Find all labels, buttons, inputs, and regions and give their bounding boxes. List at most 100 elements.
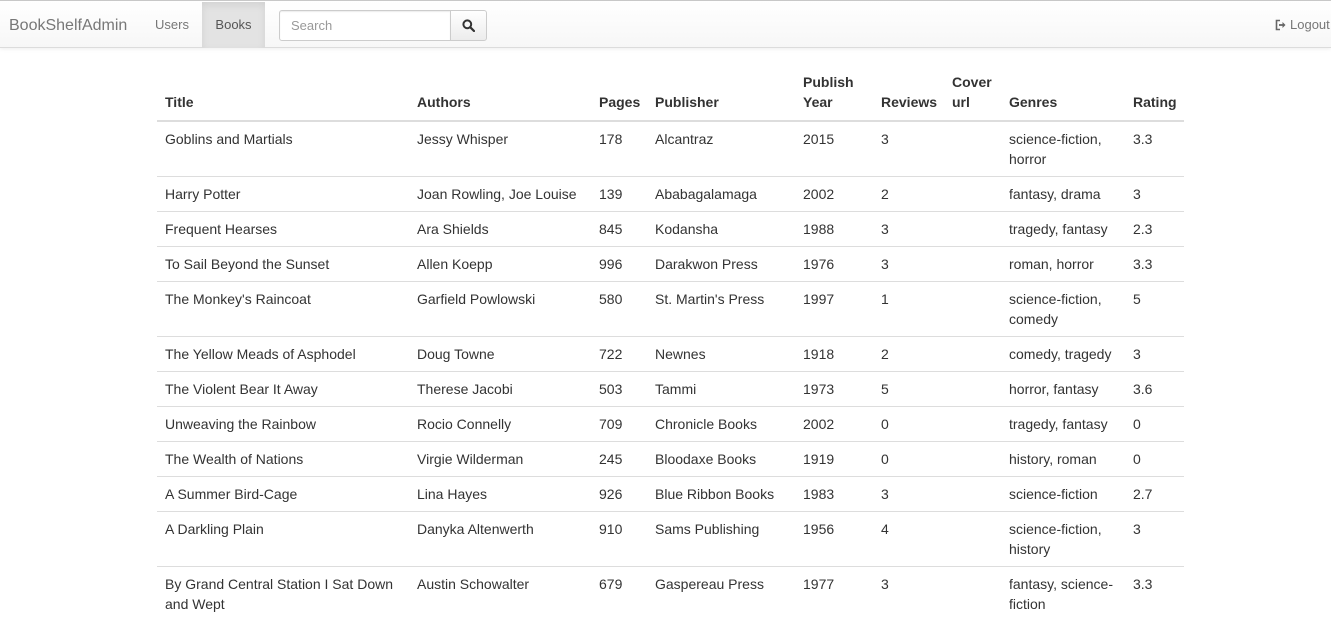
rating-cell: 3 bbox=[1125, 176, 1184, 212]
pages-cell: 679 bbox=[591, 566, 647, 621]
publish-year-cell: 1918 bbox=[795, 336, 873, 372]
pages-cell: 245 bbox=[591, 441, 647, 477]
authors-cell: Danyka Altenwerth bbox=[409, 511, 591, 567]
rating-cell: 3 bbox=[1125, 336, 1184, 372]
col-rating-header[interactable]: Rating bbox=[1125, 64, 1184, 122]
genres-cell: fantasy, drama bbox=[1001, 176, 1125, 212]
pages-cell: 845 bbox=[591, 211, 647, 247]
search-button[interactable] bbox=[450, 10, 487, 41]
books-table: Title Authors Pages Publisher Publish Ye… bbox=[157, 64, 1184, 621]
reviews-cell: 3 bbox=[873, 211, 944, 247]
table-body: Goblins and Martials Jessy Whisper 178 Alca… bbox=[157, 121, 1184, 621]
cover-url-cell bbox=[944, 281, 1001, 337]
col-pages-header[interactable]: Pages bbox=[591, 64, 647, 122]
authors-cell: Rocio Connelly bbox=[409, 406, 591, 442]
title-cell: Harry Potter bbox=[157, 176, 409, 212]
table-row[interactable]: A Darkling Plain Danyka Altenwerth 910 Sams… bbox=[157, 511, 1184, 567]
rating-cell: 2.7 bbox=[1125, 476, 1184, 512]
publish-year-cell: 1997 bbox=[795, 281, 873, 337]
reviews-cell: 3 bbox=[873, 476, 944, 512]
genres-cell: science-fiction, history bbox=[1001, 511, 1125, 567]
authors-cell: Lina Hayes bbox=[409, 476, 591, 512]
publish-year-cell: 1956 bbox=[795, 511, 873, 567]
title-cell: The Yellow Meads of Asphodel bbox=[157, 336, 409, 372]
pages-cell: 910 bbox=[591, 511, 647, 567]
reviews-cell: 3 bbox=[881, 131, 889, 147]
authors-cell: Therese Jacobi bbox=[409, 371, 591, 407]
title-cell: By Grand Central Station I Sat Down and … bbox=[157, 566, 409, 621]
publish-year-cell: 1988 bbox=[795, 211, 873, 247]
pages-cell: 926 bbox=[591, 476, 647, 512]
cover-url-cell bbox=[944, 336, 1001, 372]
table-row[interactable]: Goblins and Martials Jessy Whisper 178 Alca… bbox=[157, 121, 1184, 177]
authors-cell: Joan Rowling, Joe Louise bbox=[409, 176, 591, 212]
table-row[interactable]: Unweaving the Rainbow Rocio Connelly 709 Ch… bbox=[157, 406, 1184, 442]
table-row[interactable]: The Yellow Meads of Asphodel Doug Towne 72… bbox=[157, 336, 1184, 372]
table-row[interactable]: By Grand Central Station I Sat Down and … bbox=[157, 566, 1184, 621]
col-publisher-header[interactable]: Publisher bbox=[647, 64, 795, 122]
publish-year-cell: 1983 bbox=[795, 476, 873, 512]
rating-cell: 2.3 bbox=[1125, 211, 1184, 247]
col-reviews-header[interactable]: Reviews bbox=[873, 64, 944, 122]
rating-cell: 3.3 bbox=[1125, 246, 1184, 282]
genres-cell: history, roman bbox=[1001, 441, 1125, 477]
pages-cell: 722 bbox=[591, 336, 647, 372]
reviews-cell: 1 bbox=[873, 281, 944, 337]
table-row[interactable]: The Wealth of Nations Virgie Wilderman 245… bbox=[157, 441, 1184, 477]
publisher-cell: Kodansha bbox=[647, 211, 795, 247]
brand-logo[interactable]: BookShelfAdmin bbox=[9, 17, 127, 35]
table-header-row: Title Authors Pages Publisher Publish Ye… bbox=[157, 64, 1184, 122]
publish-year-cell: 2002 bbox=[795, 406, 873, 442]
title-cell: The Violent Bear It Away bbox=[157, 371, 409, 407]
publisher-cell: St. Martin's Press bbox=[647, 281, 795, 337]
genres-cell: horror, fantasy bbox=[1001, 371, 1125, 407]
reviews-cell: 5 bbox=[873, 371, 944, 407]
table-row[interactable]: The Violent Bear It Away Therese Jacobi 50… bbox=[157, 371, 1184, 407]
cover-url-cell bbox=[944, 246, 1001, 282]
cover-url-cell bbox=[944, 441, 1001, 477]
genres-cell: science-fiction bbox=[1001, 476, 1125, 512]
publisher-cell: Ababagalamaga bbox=[647, 176, 795, 212]
publisher-cell: Tammi bbox=[647, 371, 795, 407]
logout-link[interactable]: Logout bbox=[1275, 17, 1330, 32]
reviews-cell: 2 bbox=[873, 336, 944, 372]
genres-cell: science-fiction, horror bbox=[1009, 131, 1102, 167]
rating-cell: 0 bbox=[1125, 406, 1184, 442]
genres-cell: fantasy, science-fiction bbox=[1001, 566, 1125, 621]
publish-year-cell: 1919 bbox=[795, 441, 873, 477]
nav-books-link[interactable]: Books bbox=[202, 2, 265, 48]
title-cell: Unweaving the Rainbow bbox=[157, 406, 409, 442]
nav-users-link[interactable]: Users bbox=[142, 2, 202, 48]
table-row[interactable]: Harry Potter Joan Rowling, Joe Louise 139 A… bbox=[157, 176, 1184, 212]
pages-cell: 580 bbox=[591, 281, 647, 337]
cover-url-cell bbox=[944, 476, 1001, 512]
reviews-cell: 3 bbox=[873, 566, 944, 621]
rating-cell: 3.3 bbox=[1133, 131, 1153, 147]
col-publish-year-header[interactable]: Publish Year bbox=[795, 64, 873, 122]
table-row[interactable]: The Monkey's Raincoat Garfield Powlowski 5… bbox=[157, 281, 1184, 337]
search-icon bbox=[462, 19, 475, 32]
search-input[interactable] bbox=[279, 10, 451, 41]
col-authors-header[interactable]: Authors bbox=[409, 64, 591, 122]
col-title-header[interactable]: Title bbox=[157, 64, 409, 122]
publisher-cell: Bloodaxe Books bbox=[647, 441, 795, 477]
publisher-cell: Blue Ribbon Books bbox=[647, 476, 795, 512]
col-genres-header[interactable]: Genres bbox=[1001, 64, 1125, 122]
publisher-cell: Newnes bbox=[647, 336, 795, 372]
publish-year-cell: 1976 bbox=[795, 246, 873, 282]
top-navbar: BookShelfAdmin Users Books Logout bbox=[0, 0, 1331, 48]
publisher-cell: Sams Publishing bbox=[647, 511, 795, 567]
cover-url-cell bbox=[944, 511, 1001, 567]
rating-cell: 5 bbox=[1125, 281, 1184, 337]
publisher-cell: Chronicle Books bbox=[647, 406, 795, 442]
pages-cell: 139 bbox=[591, 176, 647, 212]
publish-year-cell: 1973 bbox=[795, 371, 873, 407]
table-row[interactable]: To Sail Beyond the Sunset Allen Koepp 996 D… bbox=[157, 246, 1184, 282]
col-cover-url-header[interactable]: Cover url bbox=[944, 64, 1001, 122]
table-row[interactable]: A Summer Bird-Cage Lina Hayes 926 Blue Ribb… bbox=[157, 476, 1184, 512]
title-cell: Goblins and Martials bbox=[165, 131, 293, 147]
title-cell: The Wealth of Nations bbox=[157, 441, 409, 477]
title-cell: Frequent Hearses bbox=[157, 211, 409, 247]
table-row[interactable]: Frequent Hearses Ara Shields 845 Kodansha 19… bbox=[157, 211, 1184, 247]
genres-cell: tragedy, fantasy bbox=[1001, 406, 1125, 442]
